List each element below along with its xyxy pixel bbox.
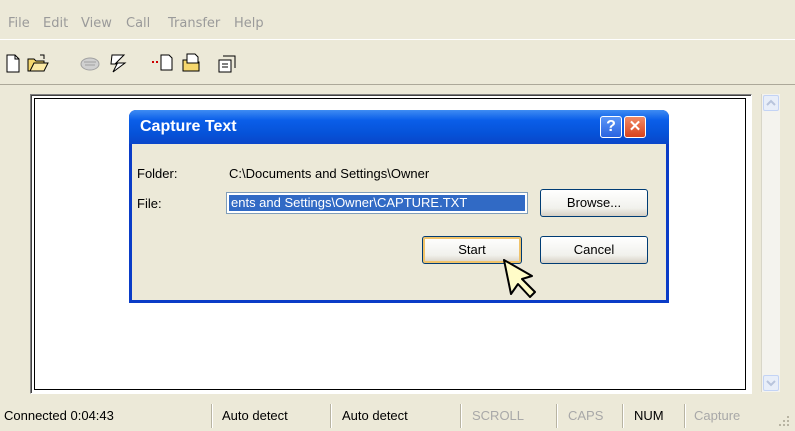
- capture-text-dialog: Capture Text ? ✕ Folder: C:\Documents an…: [129, 110, 669, 303]
- file-label: File:: [137, 196, 162, 211]
- status-connected: Connected 0:04:43: [4, 408, 114, 423]
- status-divider: [684, 404, 686, 428]
- status-detect-1: Auto detect: [222, 408, 288, 423]
- help-icon: ?: [606, 118, 616, 135]
- folder-value: C:\Documents and Settings\Owner: [229, 166, 430, 181]
- disconnect-phone-icon: [78, 52, 102, 74]
- receive-file-icon[interactable]: [180, 52, 204, 74]
- resize-grip-icon[interactable]: [777, 414, 791, 428]
- scroll-down-button[interactable]: [763, 375, 779, 391]
- menu-view[interactable]: View: [81, 16, 112, 31]
- dialog-title-bar[interactable]: Capture Text ? ✕: [129, 110, 669, 144]
- file-path-input[interactable]: ents and Settings\Owner\CAPTURE.TXT: [226, 192, 528, 214]
- open-folder-icon[interactable]: [26, 52, 50, 74]
- folder-label: Folder:: [137, 166, 178, 181]
- status-divider: [211, 404, 213, 428]
- close-button[interactable]: ✕: [624, 116, 646, 138]
- vertical-scrollbar[interactable]: [761, 94, 780, 392]
- properties-icon[interactable]: [216, 52, 240, 74]
- status-divider: [460, 404, 462, 428]
- status-divider: [556, 404, 558, 428]
- status-divider: [622, 404, 624, 428]
- cancel-button[interactable]: Cancel: [540, 236, 648, 264]
- toolbar-divider: [0, 84, 795, 85]
- menu-edit[interactable]: Edit: [43, 16, 68, 31]
- call-icon[interactable]: [108, 52, 132, 74]
- scroll-up-button[interactable]: [763, 95, 779, 111]
- toolbar: [0, 40, 795, 84]
- status-scroll: SCROLL: [472, 408, 525, 423]
- menu-transfer[interactable]: Transfer: [168, 16, 220, 31]
- file-path-value: ents and Settings\Owner\CAPTURE.TXT: [229, 195, 525, 211]
- menu-bar: File Edit View Call Transfer Help: [0, 10, 795, 34]
- dialog-title: Capture Text: [140, 118, 237, 135]
- menu-file[interactable]: File: [8, 16, 30, 31]
- dialog-body: Folder: C:\Documents and Settings\Owner …: [132, 144, 666, 300]
- status-bar: Connected 0:04:43 Auto detect Auto detec…: [0, 402, 795, 431]
- send-file-icon[interactable]: [150, 52, 174, 74]
- browse-button[interactable]: Browse...: [540, 189, 648, 217]
- new-file-icon[interactable]: [2, 52, 26, 74]
- close-icon: ✕: [628, 118, 642, 135]
- mouse-pointer-icon: [503, 259, 536, 298]
- status-detect-2: Auto detect: [342, 408, 408, 423]
- menu-help[interactable]: Help: [234, 16, 264, 31]
- status-divider: [330, 404, 332, 428]
- help-button[interactable]: ?: [600, 116, 622, 138]
- menu-call[interactable]: Call: [126, 16, 150, 31]
- status-caps: CAPS: [568, 408, 604, 423]
- status-capture: Capture: [694, 408, 741, 423]
- status-num: NUM: [634, 408, 664, 423]
